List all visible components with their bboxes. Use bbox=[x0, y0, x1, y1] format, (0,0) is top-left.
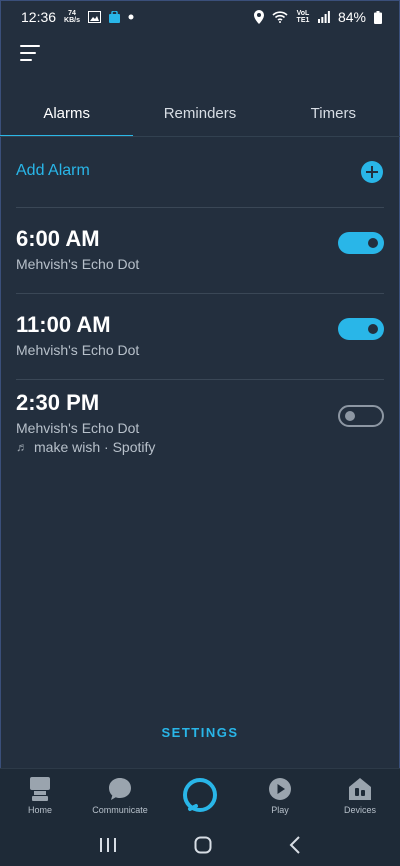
recent-apps-icon[interactable] bbox=[99, 837, 117, 853]
alarm-device: Mehvish's Echo Dot bbox=[16, 342, 140, 358]
status-bar: 12:36 74 KB/s VoLTE1 84% bbox=[0, 0, 400, 34]
back-icon[interactable] bbox=[289, 836, 301, 854]
alexa-ring-icon bbox=[183, 778, 217, 812]
bottom-nav: Home Communicate Play Devices bbox=[0, 768, 400, 825]
alarm-item[interactable]: 11:00 AM Mehvish's Echo Dot bbox=[16, 312, 384, 358]
nav-communicate[interactable]: Communicate bbox=[80, 769, 160, 825]
menu-icon[interactable] bbox=[20, 45, 40, 63]
settings-button[interactable]: SETTINGS bbox=[0, 725, 400, 740]
toggle-knob bbox=[368, 238, 378, 248]
add-alarm-plus-icon[interactable] bbox=[361, 161, 383, 183]
add-alarm-link[interactable]: Add Alarm bbox=[16, 162, 90, 180]
notification-dot-icon bbox=[128, 14, 134, 20]
location-icon bbox=[253, 10, 264, 24]
nav-home[interactable]: Home bbox=[0, 769, 80, 825]
tab-reminders[interactable]: Reminders bbox=[133, 95, 266, 137]
network-speed-value: 74 bbox=[68, 10, 76, 17]
divider bbox=[16, 379, 384, 380]
alarm-item[interactable]: 6:00 AM Mehvish's Echo Dot bbox=[16, 226, 384, 272]
battery-percent: 84% bbox=[337, 9, 366, 25]
alarm-time: 11:00 AM bbox=[16, 312, 111, 337]
status-time: 12:36 bbox=[21, 9, 57, 25]
divider bbox=[16, 293, 384, 294]
alarm-device: Mehvish's Echo Dot bbox=[16, 420, 140, 436]
alarm-toggle[interactable] bbox=[338, 405, 384, 427]
alarm-music-label: make wish · Spotify bbox=[34, 439, 156, 455]
tab-timers[interactable]: Timers bbox=[267, 95, 400, 137]
alarm-toggle[interactable] bbox=[338, 318, 384, 340]
toggle-knob bbox=[368, 324, 378, 334]
nav-home-label: Home bbox=[27, 805, 52, 815]
devices-icon bbox=[349, 778, 371, 800]
gallery-icon bbox=[88, 11, 101, 23]
divider bbox=[16, 207, 384, 208]
alarm-time: 6:00 AM bbox=[16, 226, 100, 251]
battery-icon bbox=[374, 10, 382, 24]
home-icon bbox=[30, 777, 50, 801]
alarm-device: Mehvish's Echo Dot bbox=[16, 256, 140, 272]
music-note-icon: ♬ bbox=[16, 440, 28, 454]
network-speed-unit: KB/s bbox=[64, 17, 80, 24]
nav-play[interactable]: Play bbox=[240, 769, 320, 825]
wifi-icon bbox=[272, 11, 288, 23]
alarm-time: 2:30 PM bbox=[16, 390, 100, 415]
bag-icon bbox=[109, 11, 120, 23]
nav-devices[interactable]: Devices bbox=[320, 769, 400, 825]
signal-icon bbox=[317, 11, 330, 23]
toggle-knob bbox=[345, 411, 355, 421]
nav-devices-label: Devices bbox=[343, 805, 376, 815]
nav-play-label: Play bbox=[271, 805, 289, 815]
chat-bubble-icon bbox=[109, 778, 131, 800]
volte-label: VoLTE1 bbox=[296, 10, 310, 24]
system-nav-bar bbox=[0, 824, 400, 866]
nav-communicate-label: Communicate bbox=[92, 805, 148, 815]
alarm-music: ♬ make wish · Spotify bbox=[16, 439, 384, 455]
play-icon bbox=[269, 778, 291, 800]
nav-alexa[interactable] bbox=[160, 769, 240, 825]
network-speed: 74 KB/s bbox=[64, 10, 80, 24]
tab-bar: Alarms Reminders Timers bbox=[0, 95, 400, 137]
tab-alarms[interactable]: Alarms bbox=[0, 95, 134, 137]
alarm-item[interactable]: 2:30 PM Mehvish's Echo Dot ♬ make wish ·… bbox=[16, 390, 384, 455]
tabs-divider bbox=[0, 136, 400, 137]
alarm-toggle[interactable] bbox=[338, 232, 384, 254]
home-button-icon[interactable] bbox=[194, 836, 212, 854]
